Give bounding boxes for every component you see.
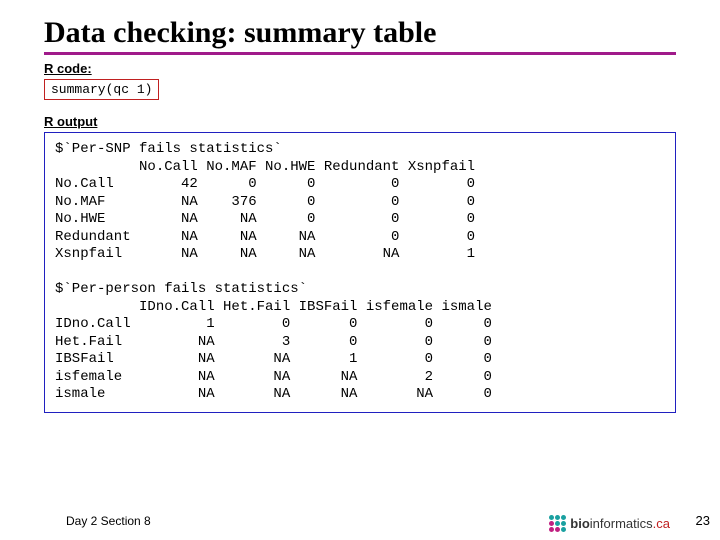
- footer-text: Day 2 Section 8: [66, 514, 151, 528]
- page-number: 23: [696, 513, 710, 528]
- code-block: summary(qc 1): [44, 79, 159, 100]
- logo-wordmark: bioinformatics.ca: [570, 516, 670, 531]
- logo-dots-icon: [549, 515, 566, 532]
- code-label: R code:: [44, 61, 676, 76]
- output-block: $`Per-SNP fails statistics` No.Call No.M…: [44, 132, 676, 413]
- output-label: R output: [44, 114, 676, 129]
- bioinformatics-logo: bioinformatics.ca: [549, 515, 670, 532]
- slide-title: Data checking: summary table: [44, 16, 676, 55]
